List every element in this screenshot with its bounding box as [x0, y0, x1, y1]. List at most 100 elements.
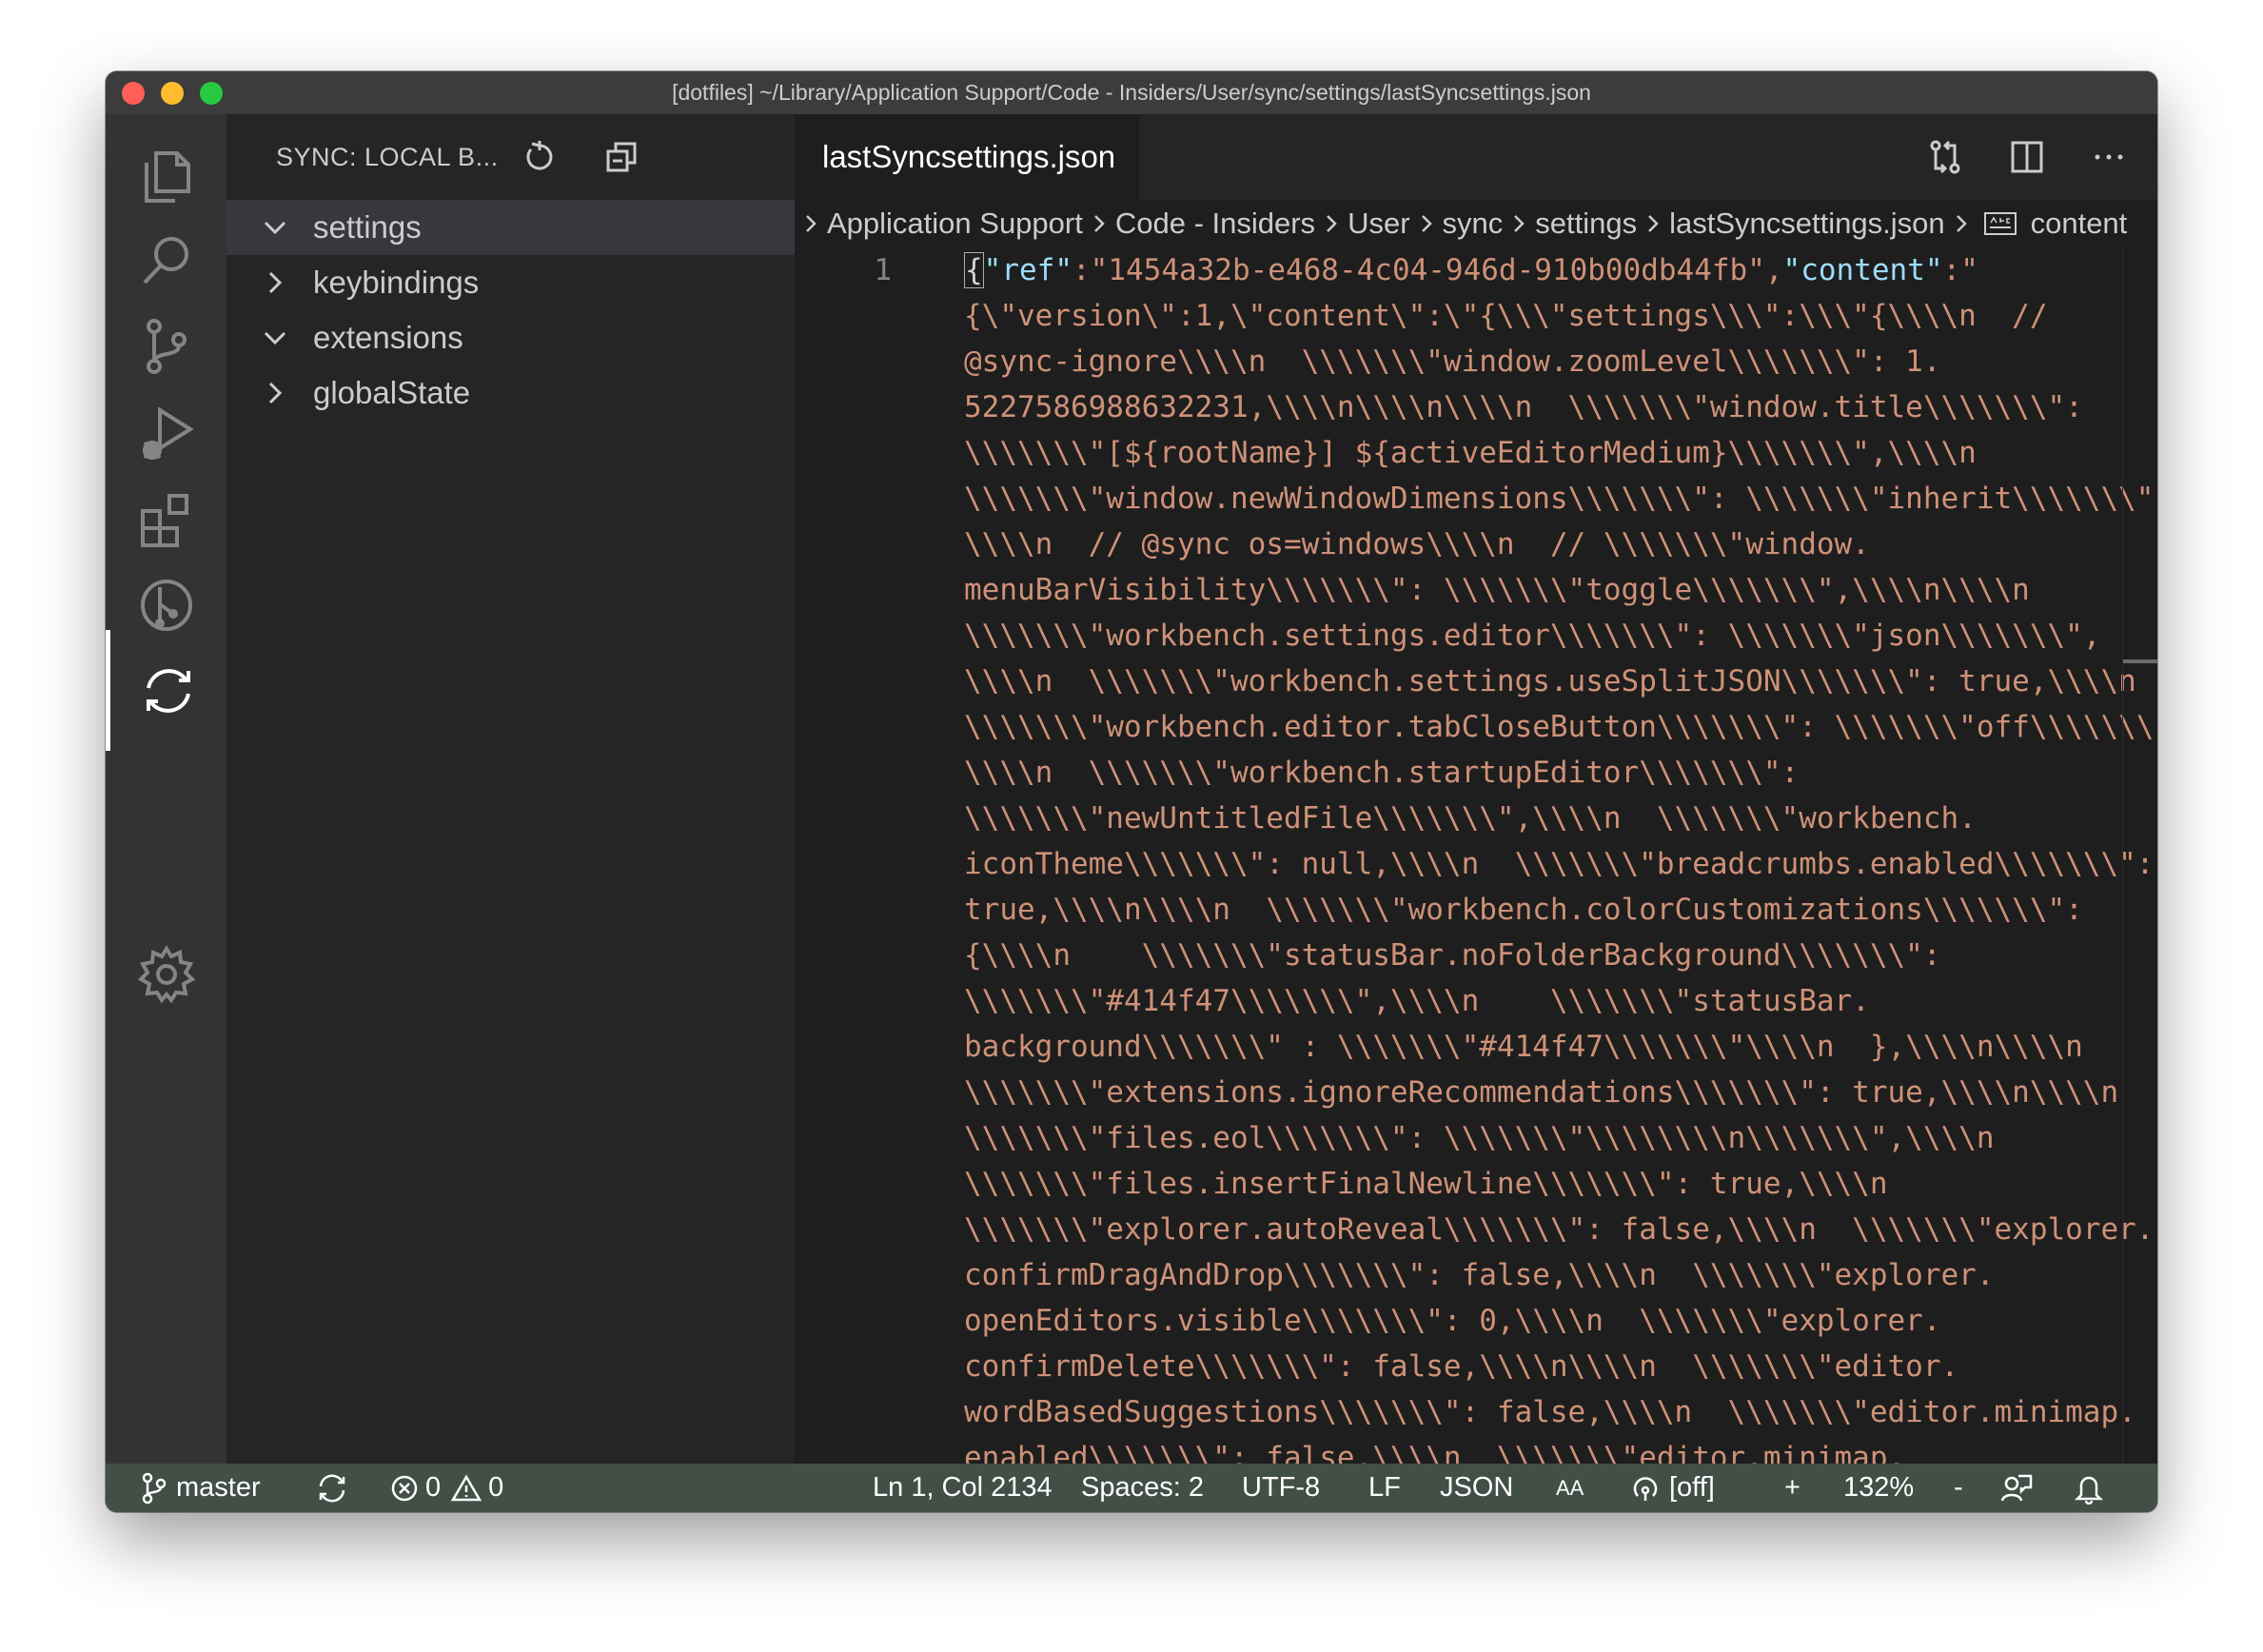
- breadcrumb-item[interactable]: content: [2031, 206, 2128, 241]
- sync-status-button[interactable]: [315, 1464, 349, 1512]
- cursor-position[interactable]: Ln 1, Col 2134: [873, 1464, 1053, 1512]
- warning-icon: [450, 1474, 482, 1501]
- code-line: \\\\\\\"files.eol\\\\\\\": \\\\\\\"\\\\\…: [964, 1121, 1995, 1155]
- string-symbol-icon: [1981, 209, 2019, 238]
- bell-icon: [2074, 1476, 2104, 1504]
- chevron-right-icon: [798, 209, 823, 238]
- close-window-button[interactable]: [122, 82, 145, 105]
- editor-actions: [1904, 114, 2150, 200]
- chevron-right-icon: [1641, 209, 1665, 238]
- search-icon: [143, 236, 188, 284]
- compare-changes-button[interactable]: [1904, 114, 1986, 200]
- code-line: openEditors.visible\\\\\\\": 0,\\\\n \\\…: [964, 1304, 1941, 1338]
- code-line: {"ref":"1454a32b-e468-4c04-946d-910b00db…: [964, 252, 1978, 288]
- zoom-out-button[interactable]: -: [1954, 1464, 1963, 1512]
- breadcrumb-item[interactable]: lastSyncsettings.json: [1669, 206, 1944, 241]
- tree-item-label: globalState: [313, 375, 471, 410]
- run-debug-icon: [142, 405, 194, 460]
- indentation[interactable]: Spaces: 2: [1081, 1464, 1204, 1512]
- code-line: confirmDragAndDrop\\\\\\\": false,\\\\n …: [964, 1258, 1995, 1292]
- end-of-line[interactable]: LF: [1368, 1464, 1401, 1512]
- editor-area: lastSyncsettings.json Application Suppor…: [795, 114, 2157, 1464]
- notifications-button[interactable]: [2074, 1464, 2104, 1512]
- code-line: confirmDelete\\\\\\\": false,\\\\n\\\\n …: [964, 1349, 1959, 1384]
- code-text[interactable]: {"ref":"1454a32b-e468-4c04-946d-910b00db…: [964, 247, 2157, 1464]
- zoom-window-button[interactable]: [200, 82, 223, 105]
- code-line: {\"version\":1,\"content\":\"{\\\"settin…: [964, 299, 2048, 333]
- scrollbar-thumb[interactable]: [2123, 659, 2157, 663]
- code-line: menuBarVisibility\\\\\\\": \\\\\\\"toggl…: [964, 573, 2030, 607]
- editor-ruler: [2122, 247, 2123, 1464]
- manage-button[interactable]: [106, 914, 226, 1034]
- code-line: true,\\\\n\\\\n \\\\\\\"workbench.colorC…: [964, 893, 2083, 927]
- code-line: \\\\\\\"workbench.editor.tabCloseButton\…: [964, 710, 2157, 744]
- breadcrumb-item[interactable]: Code - Insiders: [1115, 206, 1315, 241]
- live-share-toggle[interactable]: [off]: [1629, 1464, 1715, 1512]
- code-line: {\\\\n \\\\\\\"statusBar.noFolderBackgro…: [964, 938, 1941, 973]
- chevron-right-icon: [258, 266, 292, 300]
- breadcrumb-item[interactable]: settings: [1535, 206, 1637, 241]
- branch-indicator[interactable]: master: [140, 1464, 261, 1512]
- code-line: 5227586988632231,\\\\n\\\\n\\\\n \\\\\\\…: [964, 390, 2083, 424]
- collapse-all-button[interactable]: [600, 135, 643, 179]
- code-line: \\\\\\\"newUntitledFile\\\\\\\",\\\\n \\…: [964, 801, 1977, 836]
- feedback-icon: [2000, 1474, 2033, 1501]
- compare-changes-icon: [1930, 140, 1960, 174]
- files-icon: [144, 150, 190, 203]
- gear-icon: [137, 944, 195, 1003]
- source-control-icon: [146, 318, 187, 374]
- tab-bar: lastSyncsettings.json: [795, 114, 2157, 200]
- sync-tree: settings keybindings extensions globalSt…: [226, 200, 795, 421]
- warning-count: 0: [488, 1472, 504, 1503]
- feedback-button[interactable]: [1999, 1464, 2034, 1512]
- breadcrumb-item[interactable]: User: [1348, 206, 1409, 241]
- code-line: wordBasedSuggestions\\\\\\\": false,\\\\…: [964, 1395, 2136, 1429]
- tree-item-keybindings[interactable]: keybindings: [226, 255, 795, 310]
- branch-name: master: [176, 1472, 261, 1503]
- window-controls: [122, 82, 223, 105]
- code-line: \\\\\\\"[${rootName}] ${activeEditorMedi…: [964, 436, 1977, 470]
- case-toggle[interactable]: AA: [1556, 1464, 1584, 1512]
- code-line: \\\\n \\\\\\\"workbench.startupEditor\\\…: [964, 756, 1800, 790]
- sidebar-header: SYNC: LOCAL B...: [226, 114, 795, 200]
- gitlens-icon: [140, 579, 192, 631]
- zoom-level[interactable]: 132%: [1843, 1464, 1914, 1512]
- chevron-right-icon: [1414, 209, 1439, 238]
- status-bar: master 0 0 Ln 1, Col 2134 Spaces: 2 UTF-…: [106, 1464, 2157, 1512]
- chevron-down-icon: [258, 321, 292, 355]
- tree-item-label: settings: [313, 209, 422, 245]
- encoding[interactable]: UTF-8: [1242, 1464, 1320, 1512]
- code-line: \\\\\\\"window.newWindowDimensions\\\\\\…: [964, 482, 2157, 516]
- chevron-right-icon: [258, 376, 292, 410]
- breadcrumb-item[interactable]: Application Support: [827, 206, 1083, 241]
- more-actions-button[interactable]: [2068, 114, 2150, 200]
- line-number: 1: [874, 253, 892, 287]
- breadcrumb: Application Support Code - Insiders User…: [795, 200, 2157, 247]
- language-mode[interactable]: JSON: [1440, 1464, 1513, 1512]
- problems-button[interactable]: 0 0: [389, 1464, 503, 1512]
- refresh-button[interactable]: [518, 135, 561, 179]
- ellipsis-icon: [2095, 154, 2123, 160]
- chevron-right-icon: [1949, 209, 1974, 238]
- minimize-window-button[interactable]: [161, 82, 184, 105]
- tree-item-extensions[interactable]: extensions: [226, 310, 795, 365]
- sync-icon: [319, 1474, 345, 1502]
- code-line: \\\\\\\"files.insertFinalNewline\\\\\\\"…: [964, 1167, 1888, 1201]
- code-line: background\\\\\\\" : \\\\\\\"#414f47\\\\…: [964, 1030, 2083, 1064]
- tree-item-settings[interactable]: settings: [226, 200, 795, 255]
- title-bar: [dotfiles] ~/Library/Application Support…: [106, 71, 2157, 114]
- tab-lastsyncsettings[interactable]: lastSyncsettings.json: [795, 114, 1139, 200]
- split-editor-button[interactable]: [1986, 114, 2068, 200]
- breadcrumb-item[interactable]: sync: [1443, 206, 1504, 241]
- zoom-in-button[interactable]: +: [1784, 1464, 1801, 1512]
- tree-item-globalstate[interactable]: globalState: [226, 365, 795, 421]
- code-line: \\\\n \\\\\\\"workbench.settings.useSpli…: [964, 664, 2136, 698]
- sync-button[interactable]: [106, 630, 226, 751]
- extensions-icon: [140, 493, 188, 547]
- sidebar-title: SYNC: LOCAL B...: [276, 142, 499, 171]
- activity-bar: [106, 114, 226, 1464]
- code-line: iconTheme\\\\\\\": null,\\\\n \\\\\\\"br…: [964, 847, 2155, 881]
- collapse-all-icon: [606, 142, 637, 172]
- chevron-right-icon: [1506, 209, 1531, 238]
- code-editor[interactable]: 1 {"ref":"1454a32b-e468-4c04-946d-910b00…: [795, 247, 2157, 1464]
